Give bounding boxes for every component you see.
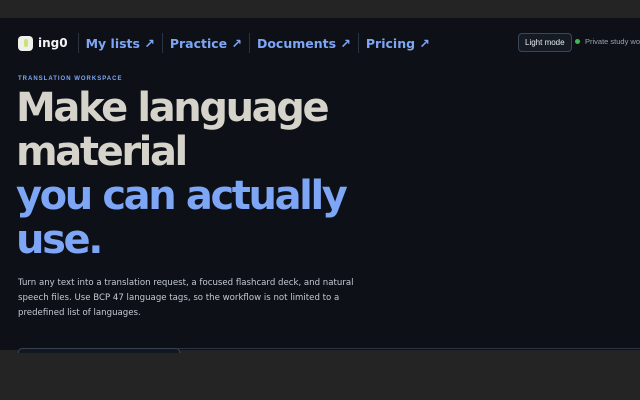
browser-top-bar <box>0 0 640 18</box>
hero-heading: Make language material you can actually … <box>16 86 416 262</box>
nav-link-pricing[interactable]: Pricing ↗ <box>366 36 430 51</box>
leaf-icon <box>23 39 28 47</box>
logo-icon[interactable] <box>18 35 33 51</box>
nav-divider <box>248 33 250 53</box>
hero-description: Turn any text into a translation request… <box>18 278 354 318</box>
partial-card <box>18 348 180 353</box>
nav-link-practice[interactable]: Practice ↗ <box>170 36 242 51</box>
logo-text[interactable]: ing0 <box>38 36 68 50</box>
nav-link-documents[interactable]: Documents ↗ <box>257 36 351 51</box>
page: ing0 My lists ↗ Practice ↗ Documents ↗ P… <box>0 18 640 350</box>
hero-line-1: Make language <box>16 85 330 131</box>
status-text: Private study workspace <box>585 37 640 46</box>
divider-line <box>178 348 640 349</box>
hero-line-4: use. <box>16 217 103 263</box>
workspace-status: Private study workspace <box>575 37 640 46</box>
nav-divider <box>77 33 79 53</box>
nav-divider <box>161 33 163 53</box>
main-nav: ing0 My lists ↗ Practice ↗ Documents ↗ P… <box>18 32 437 54</box>
light-mode-button[interactable]: Light mode <box>518 33 572 52</box>
status-dot-icon <box>575 39 580 44</box>
browser-bottom-bar <box>0 350 640 400</box>
hero-eyebrow: TRANSLATION WORKSPACE <box>18 76 123 82</box>
hero-line-3: you can actually <box>16 173 348 219</box>
nav-divider <box>357 33 359 53</box>
hero-line-2: material <box>16 129 188 175</box>
nav-link-my-lists[interactable]: My lists ↗ <box>86 36 155 51</box>
